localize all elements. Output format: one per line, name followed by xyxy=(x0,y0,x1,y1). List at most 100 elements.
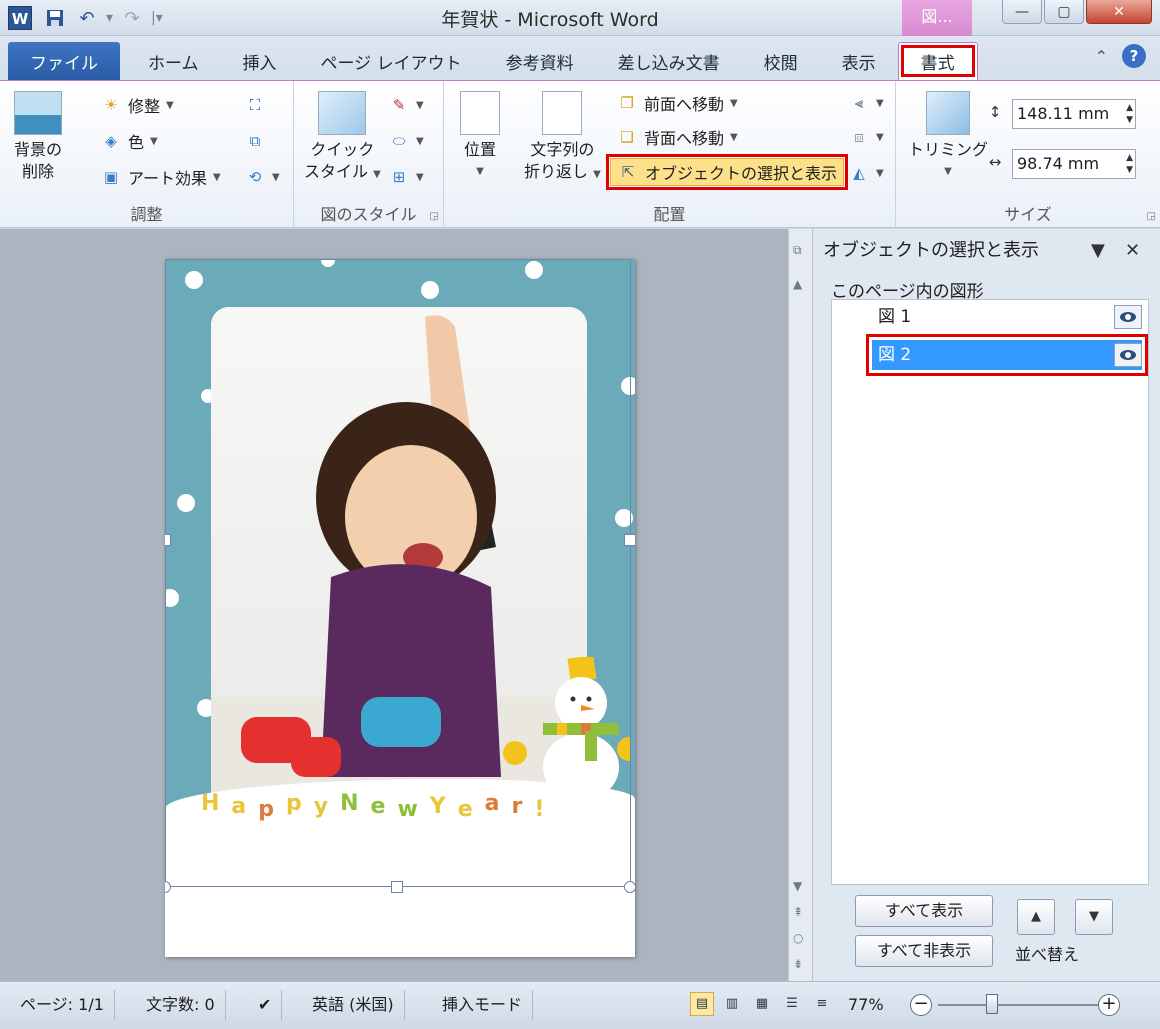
draft-icon[interactable]: ≡ xyxy=(810,992,834,1016)
title-bar: W ↶ ▾ ↷ |▾ 年賀状 - Microsoft Word 図... — ▢… xyxy=(0,0,1160,36)
dialog-launcher-icon[interactable]: ◲ xyxy=(430,211,439,222)
close-icon[interactable]: ✕ xyxy=(1125,235,1140,267)
height-input[interactable]: 148.11 mm ▲ ▼ xyxy=(1012,99,1136,129)
language-indicator[interactable]: 英語 (米国) xyxy=(302,990,405,1020)
remove-background-icon xyxy=(14,91,62,135)
resize-handle[interactable] xyxy=(624,534,635,546)
align-icon: ⫷ xyxy=(854,94,864,112)
tab-mailings[interactable]: 差し込み文書 xyxy=(596,42,742,80)
greeting-letter: e xyxy=(457,797,485,822)
resize-handle[interactable] xyxy=(391,881,403,893)
greeting-letter: e xyxy=(370,794,398,819)
zoom-slider-thumb[interactable] xyxy=(986,994,998,1014)
width-input[interactable]: 98.74 mm ▲ ▼ xyxy=(1012,149,1136,179)
snowman-illustration[interactable] xyxy=(501,657,631,807)
outline-icon[interactable]: ☰ xyxy=(780,992,804,1016)
position-icon xyxy=(460,91,500,135)
pane-options-icon[interactable]: ▼ xyxy=(1091,235,1105,267)
zoom-out-button[interactable]: − xyxy=(910,994,932,1016)
tab-references[interactable]: 参考資料 xyxy=(484,42,596,80)
dialog-launcher-icon[interactable]: ◲ xyxy=(1147,211,1156,222)
zoom-in-button[interactable]: + xyxy=(1098,994,1120,1016)
zoom-level[interactable]: 77% xyxy=(848,990,884,1020)
change-picture-button[interactable]: ⧉ xyxy=(244,127,266,155)
adjust-group-label: 調整 xyxy=(130,205,163,224)
height-icon: ↕ xyxy=(988,103,1002,121)
rotate-button[interactable]: ◭ ▼ xyxy=(848,159,883,187)
print-layout-icon[interactable]: ▤ xyxy=(690,992,714,1016)
ruler-toggle-icon[interactable]: ⧉ xyxy=(793,243,802,258)
help-icon[interactable]: ? xyxy=(1122,44,1146,68)
quick-styles-icon xyxy=(318,91,367,135)
vertical-scrollbar[interactable]: ⧉ ▲ ▼ ⇞ ○ ⇟ xyxy=(788,229,812,981)
corrections-button[interactable]: ☀ 修整 ▼ xyxy=(100,91,173,119)
status-bar: ページ: 1/1 文字数: 0 ✔ 英語 (米国) 挿入モード ▤ ▥ ▦ ☰ … xyxy=(0,981,1160,1029)
zoom-slider-track[interactable] xyxy=(938,1004,1098,1006)
previous-page-icon[interactable]: ⇞ xyxy=(793,905,803,919)
move-down-button[interactable]: ▼ xyxy=(1075,899,1113,935)
bring-forward-button[interactable]: ❐ 前面へ移動 ▼ xyxy=(616,89,737,117)
move-up-button[interactable]: ▲ xyxy=(1017,899,1055,935)
wrap-text-button[interactable]: 文字列の 折り返し ▼ xyxy=(524,91,601,186)
minimize-ribbon-icon[interactable]: ⌃ xyxy=(1095,47,1108,66)
art-effects-button[interactable]: ▣ アート効果 ▼ xyxy=(100,163,221,191)
tab-format[interactable]: 書式 xyxy=(897,42,978,80)
tab-view[interactable]: 表示 xyxy=(820,42,898,80)
crop-button[interactable]: トリミング ▼ xyxy=(908,91,988,183)
scroll-down-icon[interactable]: ▼ xyxy=(793,879,802,893)
picture-layout-button[interactable]: ⊞ ▼ xyxy=(388,163,424,191)
position-button[interactable]: 位置 ▼ xyxy=(460,91,500,183)
width-spinner-icon[interactable]: ▲ ▼ xyxy=(1126,152,1133,176)
snow-dot xyxy=(177,494,195,512)
tab-home[interactable]: ホーム xyxy=(126,42,221,80)
eye-icon[interactable] xyxy=(1114,343,1142,367)
selection-pane-label: オブジェクトの選択と表示 xyxy=(645,164,838,183)
shape-label: 図 1 xyxy=(878,307,912,327)
list-item-shape-2[interactable]: 図 2 xyxy=(866,334,1148,376)
selection-pane-button[interactable]: ⇱ オブジェクトの選択と表示 xyxy=(605,154,849,190)
close-button[interactable]: ✕ xyxy=(1086,0,1152,24)
next-page-icon[interactable]: ⇟ xyxy=(793,957,803,971)
scroll-up-icon[interactable]: ▲ xyxy=(793,277,802,291)
tab-page-layout[interactable]: ページ レイアウト xyxy=(299,42,484,80)
list-item-shape-1[interactable]: 図 1 xyxy=(872,302,1142,332)
group-objects-button[interactable]: ⧈ ▼ xyxy=(848,123,883,151)
resize-handle[interactable] xyxy=(624,881,635,893)
minimize-button[interactable]: — xyxy=(1002,0,1042,24)
happy-new-year-text[interactable]: Happy New Year! xyxy=(201,791,621,822)
snow-dot xyxy=(185,271,203,289)
picture-effects-button[interactable]: ⬭ ▼ xyxy=(388,127,424,155)
full-screen-reading-icon[interactable]: ▥ xyxy=(720,992,744,1016)
browse-object-icon[interactable]: ○ xyxy=(793,931,803,945)
height-spinner-icon[interactable]: ▲ ▼ xyxy=(1126,102,1133,126)
page-count[interactable]: ページ: 1/1 xyxy=(10,990,115,1020)
hide-all-button[interactable]: すべて非表示 xyxy=(855,935,993,967)
insert-mode-indicator[interactable]: 挿入モード xyxy=(432,990,534,1020)
document-page[interactable]: Happy New Year! xyxy=(165,259,635,957)
align-button[interactable]: ⫷ ▼ xyxy=(848,89,884,117)
send-backward-button[interactable]: ❏ 背面へ移動 ▼ xyxy=(616,123,737,151)
position-label: 位置 xyxy=(463,140,496,159)
chevron-down-icon: ▼ xyxy=(944,166,952,177)
sun-icon: ☀ xyxy=(104,96,118,114)
size-group: トリミング ▼ ↕ 148.11 mm ▲ ▼ ↔ 98.74 mm ▲ ▼ サイズ… xyxy=(896,81,1160,229)
corrections-label: 修整 xyxy=(128,97,161,116)
proofing-icon[interactable]: ✔ xyxy=(248,990,283,1020)
maximize-button[interactable]: ▢ xyxy=(1044,0,1084,24)
send-backward-label: 背面へ移動 xyxy=(644,129,725,148)
reset-picture-button[interactable]: ⟲ ▼ xyxy=(244,163,280,191)
compress-pictures-button[interactable]: ⛶ xyxy=(244,91,266,119)
quick-styles-button[interactable]: クイック スタイル ▼ xyxy=(304,91,381,186)
picture-border-button[interactable]: ✎ ▼ xyxy=(388,91,424,119)
eye-icon[interactable] xyxy=(1114,305,1142,329)
show-all-button[interactable]: すべて表示 xyxy=(855,895,993,927)
web-layout-icon[interactable]: ▦ xyxy=(750,992,774,1016)
remove-background-button[interactable]: 背景の 削除 xyxy=(14,91,62,183)
word-count[interactable]: 文字数: 0 xyxy=(136,990,226,1020)
tab-insert[interactable]: 挿入 xyxy=(221,42,299,80)
tab-file[interactable]: ファイル xyxy=(8,42,120,80)
tab-review[interactable]: 校閲 xyxy=(742,42,820,80)
chevron-down-icon: ▼ xyxy=(416,135,424,147)
resize-handle[interactable] xyxy=(165,534,171,546)
color-button[interactable]: ◈ 色 ▼ xyxy=(100,127,158,155)
